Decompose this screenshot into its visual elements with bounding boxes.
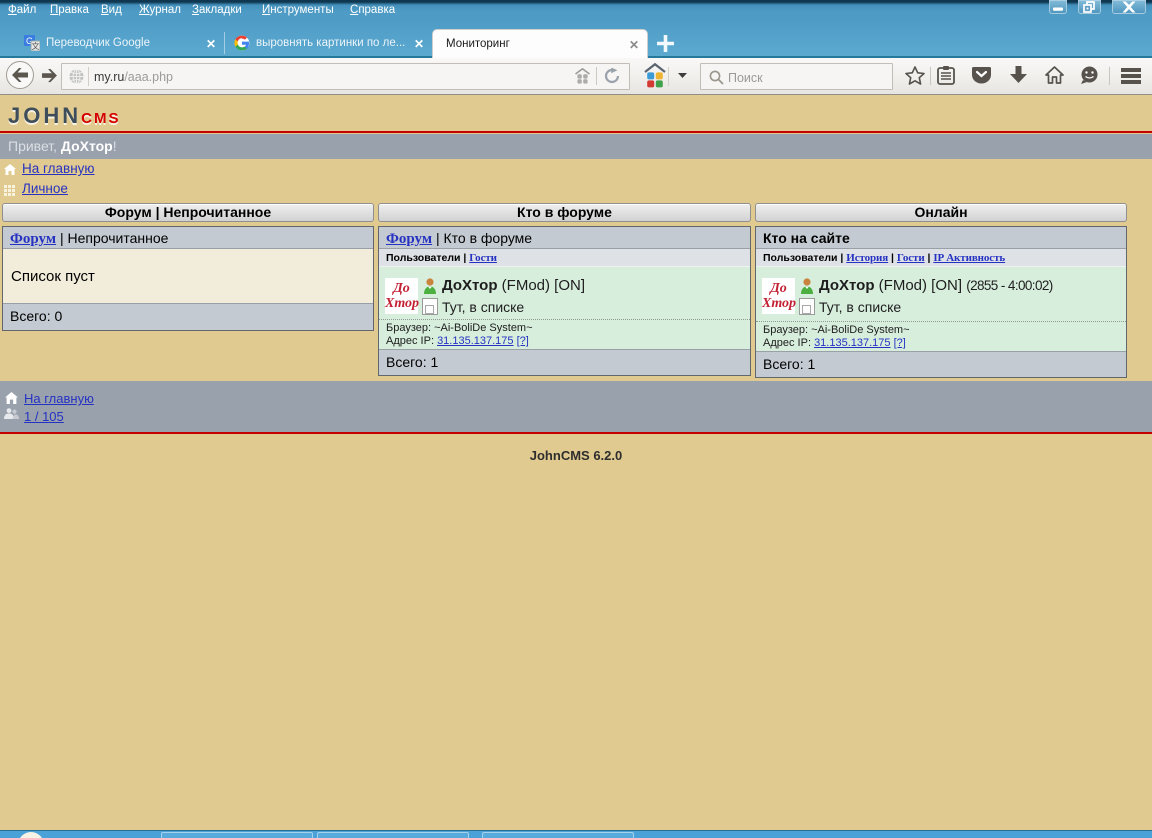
svg-text:文: 文 bbox=[32, 41, 40, 51]
